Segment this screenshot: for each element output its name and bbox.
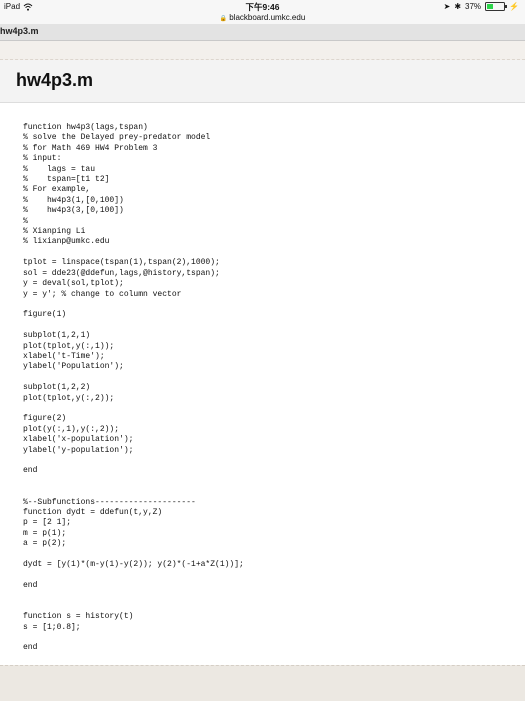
tab-strip: hw4p3.m xyxy=(0,24,525,41)
content-area: function hw4p3(lags,tspan) % solve the D… xyxy=(0,103,525,663)
battery-icon xyxy=(485,2,508,11)
page-footer xyxy=(0,665,525,701)
code-listing: function hw4p3(lags,tspan) % solve the D… xyxy=(23,123,244,653)
page-banner xyxy=(0,41,525,60)
status-right: ➤ ✱ 37% ⚡ xyxy=(444,2,519,11)
location-icon: ➤ xyxy=(443,2,451,11)
battery-level-fill xyxy=(487,4,493,9)
page-title: hw4p3.m xyxy=(16,70,94,90)
address-bar[interactable]: 🔒 blackboard.umkc.edu xyxy=(0,13,525,24)
bluetooth-icon: ✱ xyxy=(454,2,462,11)
url-text[interactable]: blackboard.umkc.edu xyxy=(229,13,305,22)
page-header: hw4p3.m xyxy=(0,60,525,103)
lock-icon: 🔒 xyxy=(219,16,228,22)
tab-hw4p3[interactable]: hw4p3.m xyxy=(0,26,39,36)
battery-percent: 37% xyxy=(465,2,482,11)
status-bar: iPad 下午9:46 ➤ ✱ 37% ⚡ xyxy=(0,0,525,13)
charging-icon: ⚡ xyxy=(509,2,519,11)
